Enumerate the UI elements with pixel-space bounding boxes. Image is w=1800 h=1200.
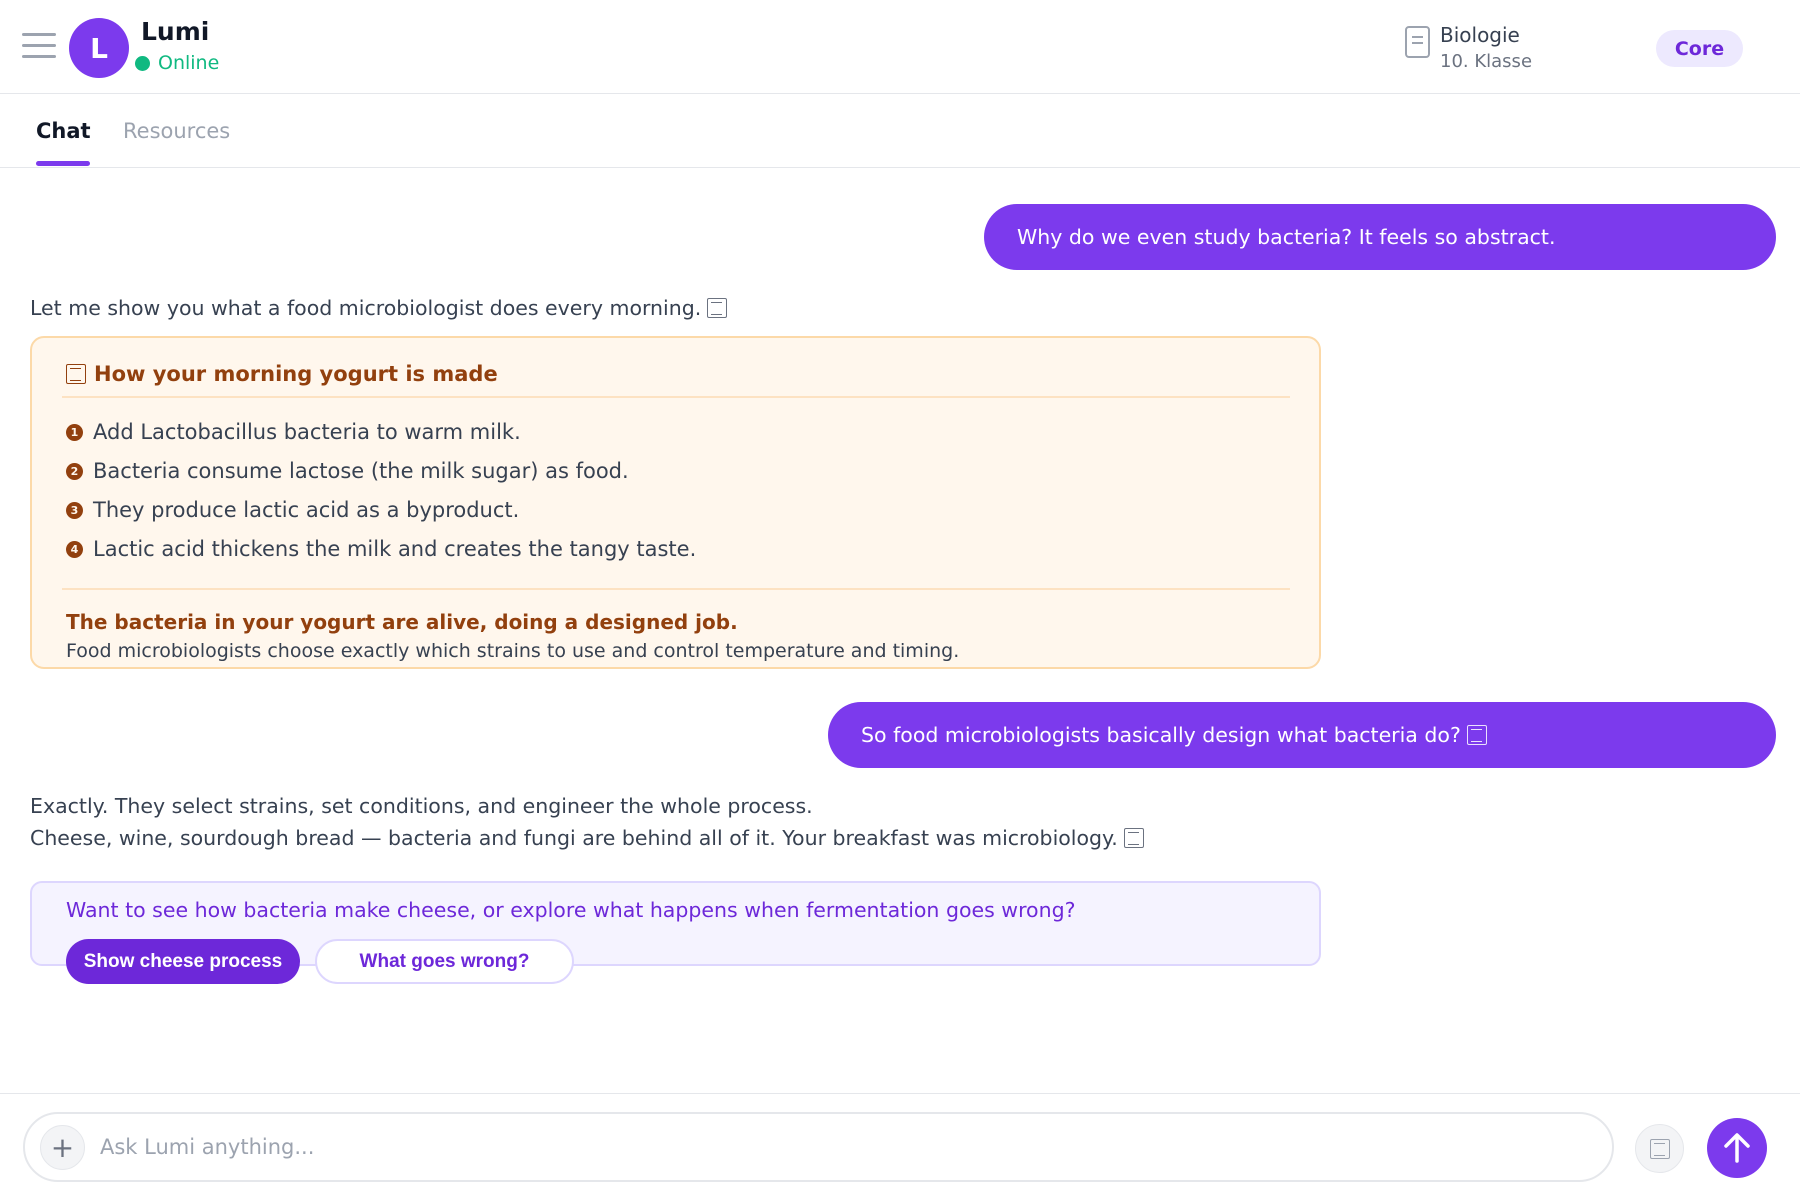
user-message: Why do we even study bacteria? It feels …: [984, 204, 1776, 270]
send-button[interactable]: [1707, 1118, 1767, 1178]
subject-name[interactable]: Biologie: [1440, 23, 1520, 47]
online-status: Online: [135, 52, 219, 74]
active-tab-indicator: [36, 161, 90, 166]
tab-resources[interactable]: Resources: [123, 119, 230, 143]
assistant-message: Let me show you what a food microbiologi…: [30, 296, 728, 320]
arrow-up-icon: [1724, 1133, 1750, 1163]
what-goes-wrong-button[interactable]: What goes wrong?: [315, 939, 574, 984]
step-item: 1 Add Lactobacillus bacteria to warm milk…: [66, 420, 521, 444]
user-message-text: Why do we even study bacteria? It feels …: [1017, 225, 1556, 249]
step-number-badge: 2: [66, 462, 83, 480]
emoji-glyph-icon: [1649, 1138, 1670, 1159]
assistant-name: Lumi: [141, 17, 210, 46]
tier-badge[interactable]: Core: [1656, 30, 1743, 67]
card-divider: [62, 396, 1290, 398]
assistant-avatar: L: [69, 18, 129, 78]
assistant-message: Exactly. They select strains, set condit…: [30, 794, 813, 818]
emoji-glyph-icon: [707, 298, 728, 318]
followup-question: Want to see how bacteria make cheese, or…: [66, 898, 1076, 922]
document-icon[interactable]: [1405, 26, 1430, 58]
card-title-text: How your morning yogurt is made: [94, 362, 498, 386]
step-text: Bacteria consume lactose (the milk sugar…: [93, 459, 629, 483]
hamburger-menu-icon[interactable]: [22, 31, 56, 61]
tab-chat[interactable]: Chat: [36, 119, 91, 143]
status-text: Online: [158, 52, 220, 74]
yogurt-steps-card: How your morning yogurt is made 1 Add Lac…: [30, 336, 1321, 669]
step-text: Add Lactobacillus bacteria to warm milk.: [93, 420, 521, 444]
step-number-badge: 1: [66, 423, 83, 441]
emoji-glyph-icon: [66, 364, 86, 384]
tab-bar: Chat Resources: [0, 95, 1800, 168]
step-text: They produce lactic acid as a byproduct.: [93, 498, 520, 522]
microphone-icon[interactable]: [1635, 1124, 1684, 1173]
assistant-message: Cheese, wine, sourdough bread — bacteria…: [30, 826, 1144, 850]
status-dot-icon: [135, 55, 150, 71]
ask-input[interactable]: [100, 1124, 1580, 1170]
card-title: How your morning yogurt is made: [66, 362, 498, 386]
subject-grade: 10. Klasse: [1440, 51, 1533, 72]
assistant-message-text: Cheese, wine, sourdough bread — bacteria…: [30, 826, 1118, 850]
step-number-badge: 4: [66, 540, 83, 558]
step-number-badge: 3: [66, 501, 83, 519]
emoji-glyph-icon: [1466, 725, 1487, 745]
step-item: 2 Bacteria consume lactose (the milk suga…: [66, 459, 629, 483]
card-divider: [62, 588, 1290, 590]
user-message-text: So food microbiologists basically design…: [861, 723, 1461, 747]
plus-icon[interactable]: +: [40, 1125, 85, 1170]
step-text: Lactic acid thickens the milk and create…: [93, 537, 697, 561]
step-item: 3 They produce lactic acid as a byproduct…: [66, 498, 519, 522]
show-cheese-process-button[interactable]: Show cheese process: [66, 939, 300, 984]
emoji-glyph-icon: [1123, 828, 1144, 848]
user-message: So food microbiologists basically design…: [828, 702, 1776, 768]
assistant-message-text: Exactly. They select strains, set condit…: [30, 794, 813, 818]
assistant-message-text: Let me show you what a food microbiologi…: [30, 296, 702, 320]
card-detail: Food microbiologists choose exactly whic…: [66, 640, 960, 662]
card-summary: The bacteria in your yogurt are alive, d…: [66, 610, 738, 634]
app-header: L Lumi Online Biologie 10. Klasse Core: [0, 0, 1800, 94]
step-item: 4 Lactic acid thickens the milk and creat…: [66, 537, 696, 561]
